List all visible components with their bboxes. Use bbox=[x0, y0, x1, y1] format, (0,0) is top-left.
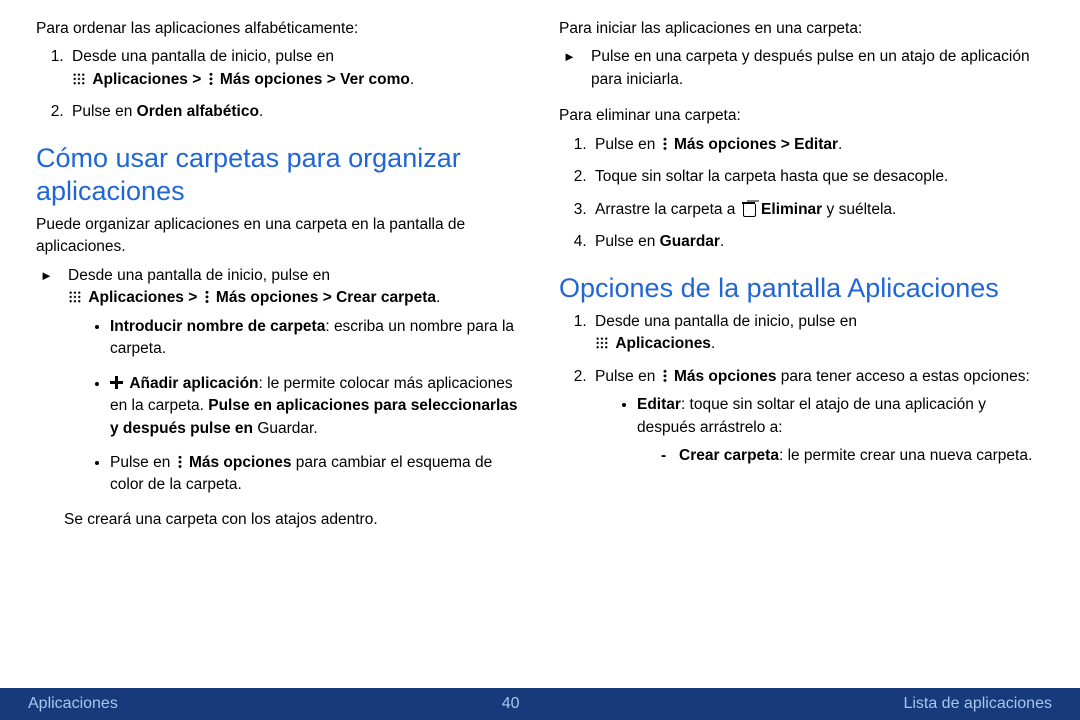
sort-intro: Para ordenar las aplicaciones alfabética… bbox=[36, 18, 521, 40]
bullet-enter-name: Introducir nombre de carpeta: escriba un… bbox=[110, 316, 521, 361]
options-step-2: Pulse en Más opciones para tener acceso … bbox=[591, 366, 1044, 468]
sort-step-2: Pulse en Orden alfabético. bbox=[68, 101, 521, 123]
sort-steps: Desde una pantalla de inicio, pulse en A… bbox=[36, 46, 521, 123]
apps-grid-icon bbox=[72, 72, 85, 85]
options-step-1: Desde una pantalla de inicio, pulse en A… bbox=[591, 311, 1044, 356]
dash-crear-carpeta: Crear carpeta: le permite crear una nuev… bbox=[679, 445, 1044, 467]
more-options-icon bbox=[176, 455, 184, 469]
delete-steps: Pulse en Más opciones > Editar. Toque si… bbox=[559, 134, 1044, 254]
folder-steps: Desde una pantalla de inicio, pulse en A… bbox=[36, 265, 521, 532]
bullet-color: Pulse en Más opciones para cambiar el es… bbox=[110, 452, 521, 497]
apps-grid-icon bbox=[68, 290, 81, 303]
more-options-icon bbox=[203, 290, 211, 304]
folder-bullets: Introducir nombre de carpeta: escriba un… bbox=[68, 316, 521, 497]
folder-arrow-step: Desde una pantalla de inicio, pulse en A… bbox=[40, 265, 521, 532]
left-column: Para ordenar las aplicaciones alfabética… bbox=[36, 18, 521, 684]
footer-left: Aplicaciones bbox=[28, 695, 118, 713]
more-options-icon bbox=[661, 137, 669, 151]
delete-step-1: Pulse en Más opciones > Editar. bbox=[591, 134, 1044, 156]
delete-step-3: Arrastre la carpeta a Eliminar y suéltel… bbox=[591, 199, 1044, 221]
trash-icon bbox=[742, 201, 755, 216]
delete-step-4: Pulse en Guardar. bbox=[591, 231, 1044, 253]
page-content: Para ordenar las aplicaciones alfabética… bbox=[0, 0, 1080, 684]
page-number: 40 bbox=[502, 695, 520, 713]
folders-desc: Puede organizar aplicaciones en una carp… bbox=[36, 214, 521, 259]
delete-intro: Para eliminar una carpeta: bbox=[559, 105, 1044, 127]
options-steps: Desde una pantalla de inicio, pulse en A… bbox=[559, 311, 1044, 468]
bullet-add-app: Añadir aplicación: le permite colocar má… bbox=[110, 373, 521, 440]
launch-steps: Pulse en una carpeta y después pulse en … bbox=[559, 46, 1044, 91]
folder-closing: Se creará una carpeta con los atajos ade… bbox=[64, 509, 521, 531]
apps-grid-icon bbox=[595, 336, 608, 349]
right-column: Para iniciar las aplicaciones en una car… bbox=[559, 18, 1044, 684]
footer-bar: Aplicaciones 40 Lista de aplicaciones bbox=[0, 688, 1080, 720]
launch-arrow: Pulse en una carpeta y después pulse en … bbox=[563, 46, 1044, 91]
options-heading: Opciones de la pantalla Aplicaciones bbox=[559, 272, 1044, 305]
options-bullets: Editar: toque sin soltar el atajo de una… bbox=[595, 394, 1044, 467]
more-options-icon bbox=[207, 72, 215, 86]
more-options-icon bbox=[661, 369, 669, 383]
sort-step-1: Desde una pantalla de inicio, pulse en A… bbox=[68, 46, 521, 91]
plus-icon bbox=[110, 376, 123, 389]
dash-list: Crear carpeta: le permite crear una nuev… bbox=[637, 445, 1044, 467]
delete-step-2: Toque sin soltar la carpeta hasta que se… bbox=[591, 166, 1044, 188]
footer-right: Lista de aplicaciones bbox=[903, 695, 1052, 713]
launch-intro: Para iniciar las aplicaciones en una car… bbox=[559, 18, 1044, 40]
folders-heading: Cómo usar carpetas para organizar aplica… bbox=[36, 142, 521, 208]
bullet-editar: Editar: toque sin soltar el atajo de una… bbox=[637, 394, 1044, 467]
